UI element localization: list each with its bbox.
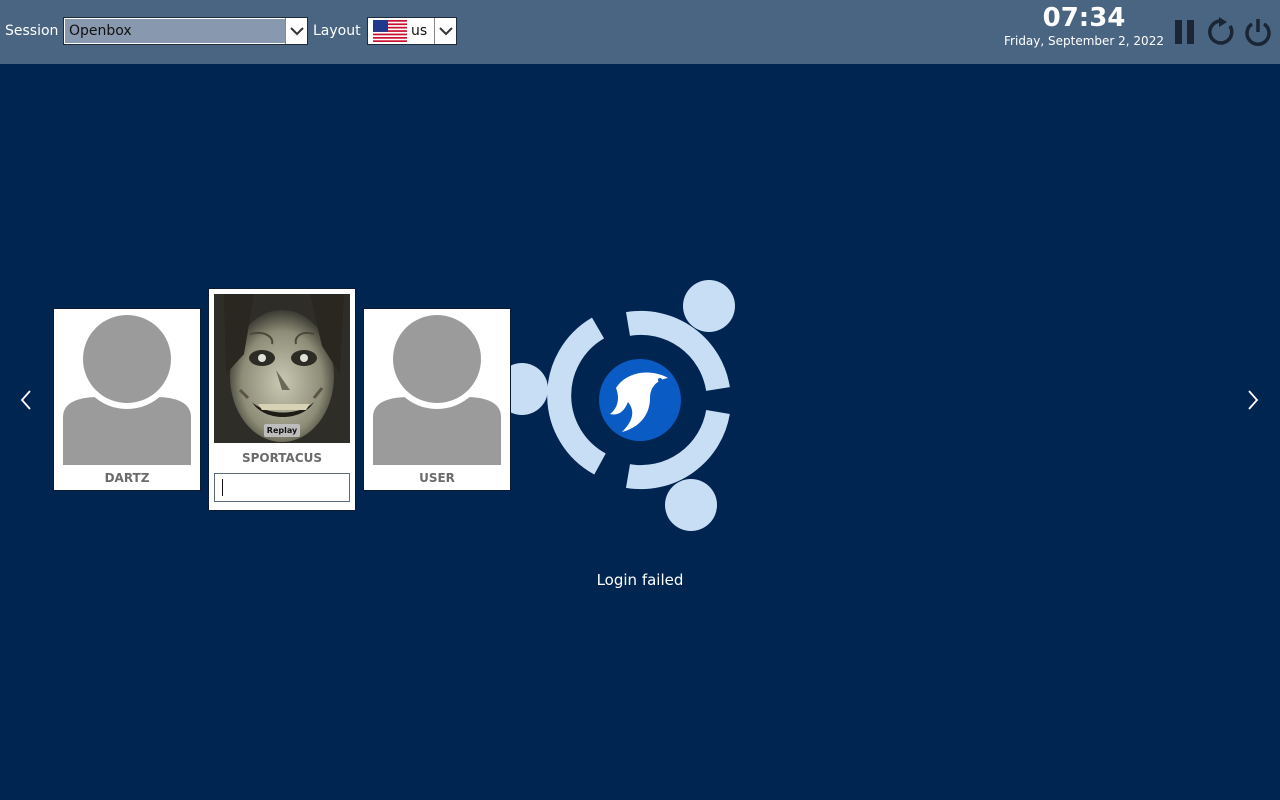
clock-time: 07:34 bbox=[1042, 3, 1126, 33]
user-card-user[interactable]: USER bbox=[363, 308, 511, 491]
chevron-right-icon bbox=[1248, 390, 1259, 410]
default-avatar-icon bbox=[63, 313, 191, 465]
next-user-button[interactable] bbox=[1243, 386, 1263, 414]
top-panel: Session Openbox Layout us 07:34 Friday, … bbox=[0, 0, 1280, 64]
chevron-left-icon bbox=[20, 390, 31, 410]
suspend-button[interactable] bbox=[1169, 16, 1201, 48]
restart-button[interactable] bbox=[1205, 16, 1237, 48]
distro-logo bbox=[500, 280, 735, 531]
user-card-sportacus[interactable]: Replay SPORTACUS bbox=[208, 288, 356, 511]
layout-label: Layout bbox=[313, 23, 361, 39]
user-name: SPORTACUS bbox=[241, 451, 323, 465]
session-value: Openbox bbox=[65, 19, 285, 43]
us-flag-icon bbox=[373, 20, 407, 42]
clock-date: Friday, September 2, 2022 bbox=[1004, 34, 1164, 48]
user-photo: Replay bbox=[214, 294, 350, 443]
text-caret bbox=[222, 479, 223, 496]
chevron-down-icon[interactable] bbox=[434, 18, 456, 44]
user-name: DARTZ bbox=[104, 471, 150, 485]
layout-dropdown[interactable]: us bbox=[367, 17, 457, 45]
password-input[interactable] bbox=[214, 473, 350, 502]
restart-icon bbox=[1208, 17, 1234, 45]
power-icon bbox=[1245, 19, 1271, 46]
previous-user-button[interactable] bbox=[16, 386, 36, 414]
suspend-icon bbox=[1175, 20, 1194, 44]
user-name: USER bbox=[419, 471, 455, 485]
power-button[interactable] bbox=[1242, 16, 1274, 48]
session-dropdown[interactable]: Openbox bbox=[63, 17, 308, 45]
chevron-down-icon[interactable] bbox=[285, 18, 307, 44]
session-label: Session bbox=[5, 23, 59, 39]
default-avatar-icon bbox=[373, 313, 501, 465]
replay-button[interactable]: Replay bbox=[264, 424, 300, 437]
user-card-dartz[interactable]: DARTZ bbox=[53, 308, 201, 491]
login-status-message: Login failed bbox=[596, 571, 684, 589]
layout-value: us bbox=[411, 23, 428, 39]
